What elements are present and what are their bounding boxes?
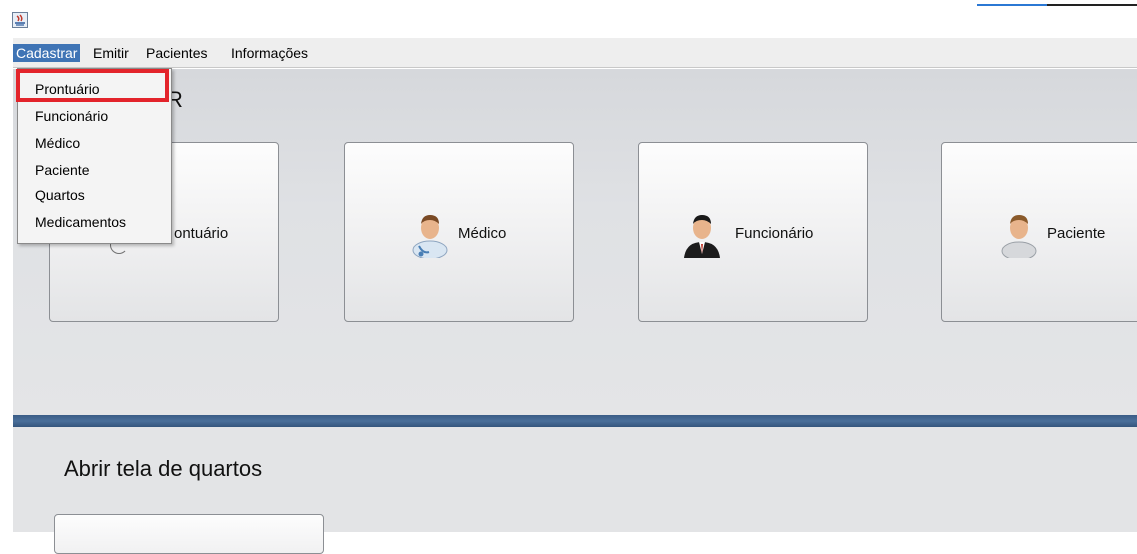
menu-item-paciente[interactable]: Paciente — [35, 160, 89, 180]
funcionario-button-label: Funcionário — [735, 225, 814, 242]
section-divider — [13, 415, 1137, 427]
menu-bar: Cadastrar Emitir Pacientes Informações — [13, 38, 1137, 68]
paciente-button[interactable]: Paciente — [941, 142, 1137, 322]
menu-cadastrar[interactable]: Cadastrar — [13, 44, 81, 62]
highlight-annotation-box — [16, 69, 169, 102]
menu-emitir[interactable]: Emitir — [90, 44, 132, 62]
funcionario-button[interactable]: Funcionário — [638, 142, 868, 322]
menu-item-quartos[interactable]: Quartos — [35, 185, 85, 205]
quartos-section-title: Abrir tela de quartos — [64, 456, 263, 481]
title-bar-accent — [977, 4, 1137, 6]
open-quartos-button[interactable] — [54, 514, 324, 554]
medico-button-label: Médico — [458, 225, 507, 242]
employee-icon — [684, 215, 720, 258]
menu-informacoes[interactable]: Informações — [228, 44, 311, 62]
java-app-icon — [12, 12, 28, 28]
paciente-button-label: Paciente — [1047, 225, 1106, 242]
menu-pacientes[interactable]: Pacientes — [143, 44, 210, 62]
prontuario-button-label: ontuário — [174, 225, 229, 242]
menu-item-funcionario[interactable]: Funcionário — [35, 106, 108, 126]
medico-button[interactable]: Médico — [344, 142, 574, 322]
doctor-icon — [412, 215, 448, 258]
patient-icon — [1001, 215, 1037, 258]
menu-item-medico[interactable]: Médico — [35, 133, 80, 153]
window-title-bar — [0, 0, 1137, 38]
menu-item-medicamentos[interactable]: Medicamentos — [35, 212, 126, 232]
